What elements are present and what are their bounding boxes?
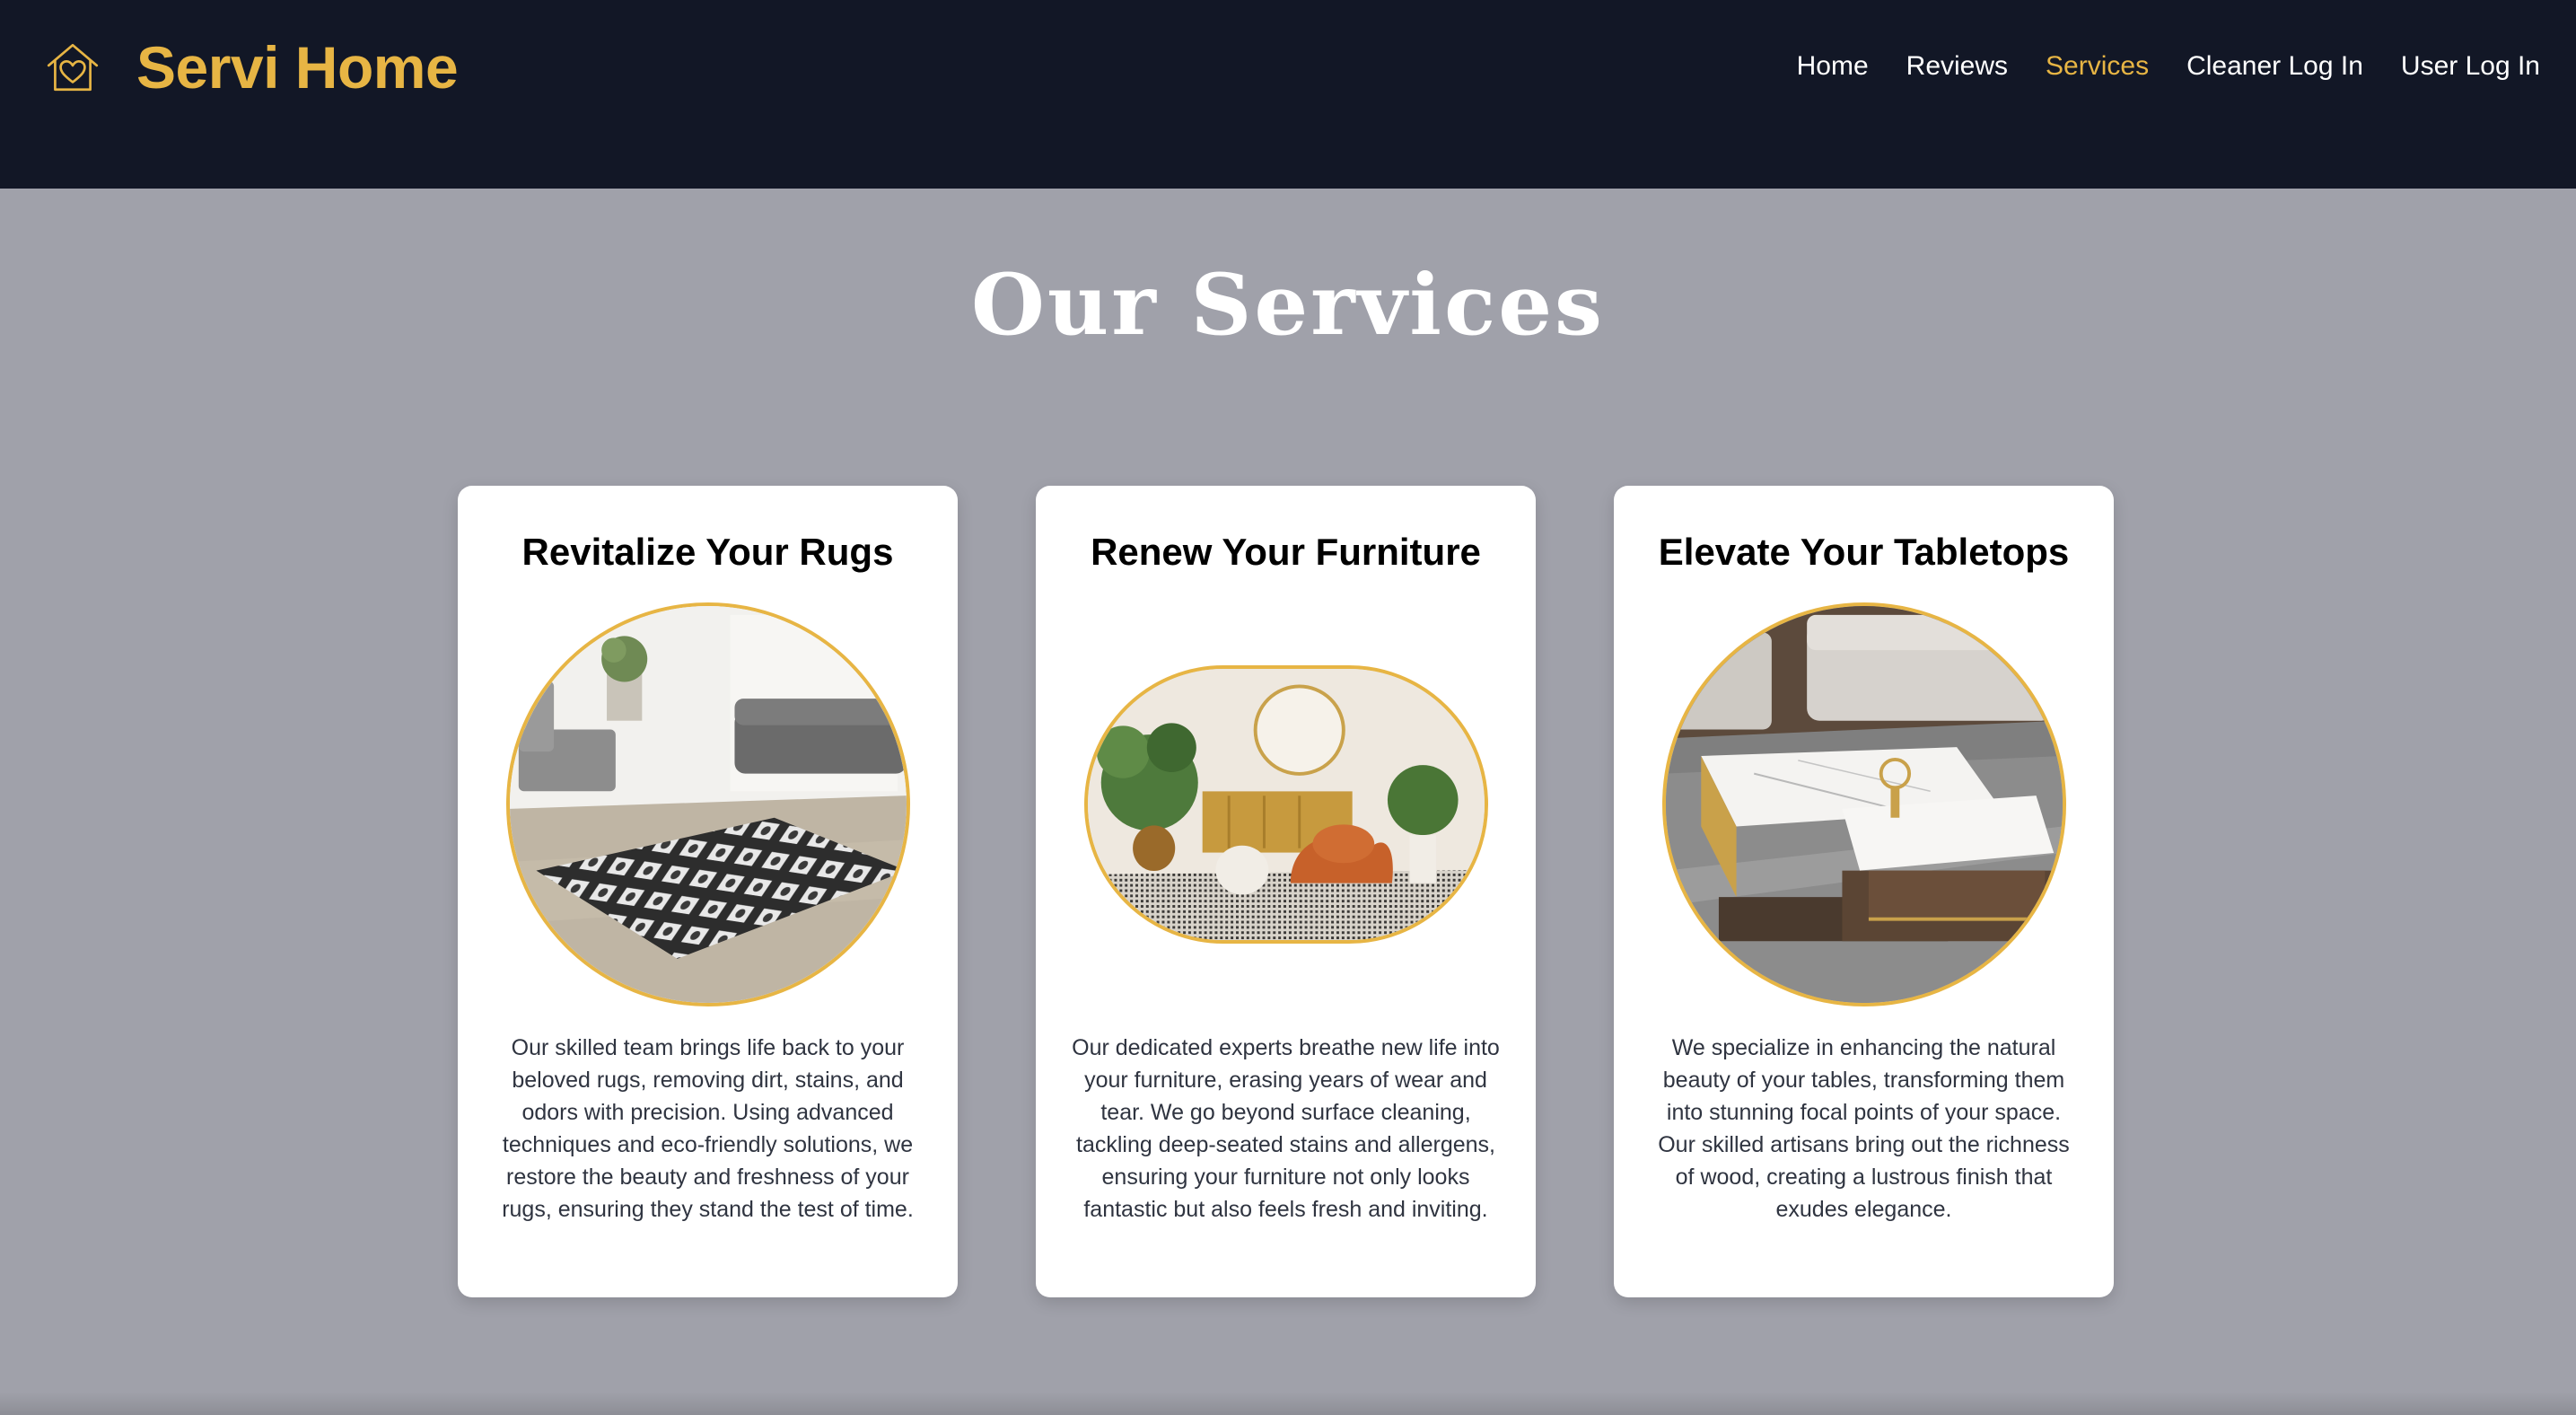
service-card-rugs: Revitalize Your Rugs Our skilled team br… bbox=[458, 486, 958, 1297]
service-card-tabletops: Elevate Your Tabletops We specialize in … bbox=[1614, 486, 2114, 1297]
brand-logo-link[interactable]: Servi Home bbox=[43, 34, 459, 101]
page-bottom-shadow bbox=[0, 1392, 2576, 1415]
nav-link-home[interactable]: Home bbox=[1797, 51, 1869, 82]
brand-name: Servi Home bbox=[136, 34, 459, 101]
rug-living-room-photo bbox=[505, 602, 910, 1006]
card-title: Revitalize Your Rugs bbox=[521, 531, 894, 573]
nav-link-cleaner-login[interactable]: Cleaner Log In bbox=[2186, 51, 2363, 82]
card-title: Elevate Your Tabletops bbox=[1658, 531, 2070, 573]
page-title: Our Services bbox=[971, 256, 1605, 355]
main-nav: Home Reviews Services Cleaner Log In Use… bbox=[1797, 47, 2540, 86]
card-title: Renew Your Furniture bbox=[1091, 531, 1481, 573]
marble-coffee-table-photo bbox=[1661, 602, 2066, 1006]
services-card-grid: Revitalize Your Rugs Our skilled team br… bbox=[458, 486, 2114, 1297]
furniture-living-room-photo bbox=[1083, 665, 1488, 944]
nav-link-services[interactable]: Services bbox=[2046, 51, 2149, 82]
card-description: We specialize in enhancing the natural b… bbox=[1658, 1035, 2070, 1222]
card-description: Our skilled team brings life back to you… bbox=[502, 1035, 914, 1222]
house-heart-icon bbox=[47, 43, 99, 92]
card-description: Our dedicated experts breathe new life i… bbox=[1072, 1035, 1500, 1222]
top-navbar: Servi Home Home Reviews Services Cleaner… bbox=[0, 0, 2576, 189]
nav-link-user-login[interactable]: User Log In bbox=[2401, 51, 2540, 82]
service-card-furniture: Renew Your Furniture Our dedicated exper… bbox=[1036, 486, 1536, 1297]
nav-link-reviews[interactable]: Reviews bbox=[1906, 51, 2008, 82]
